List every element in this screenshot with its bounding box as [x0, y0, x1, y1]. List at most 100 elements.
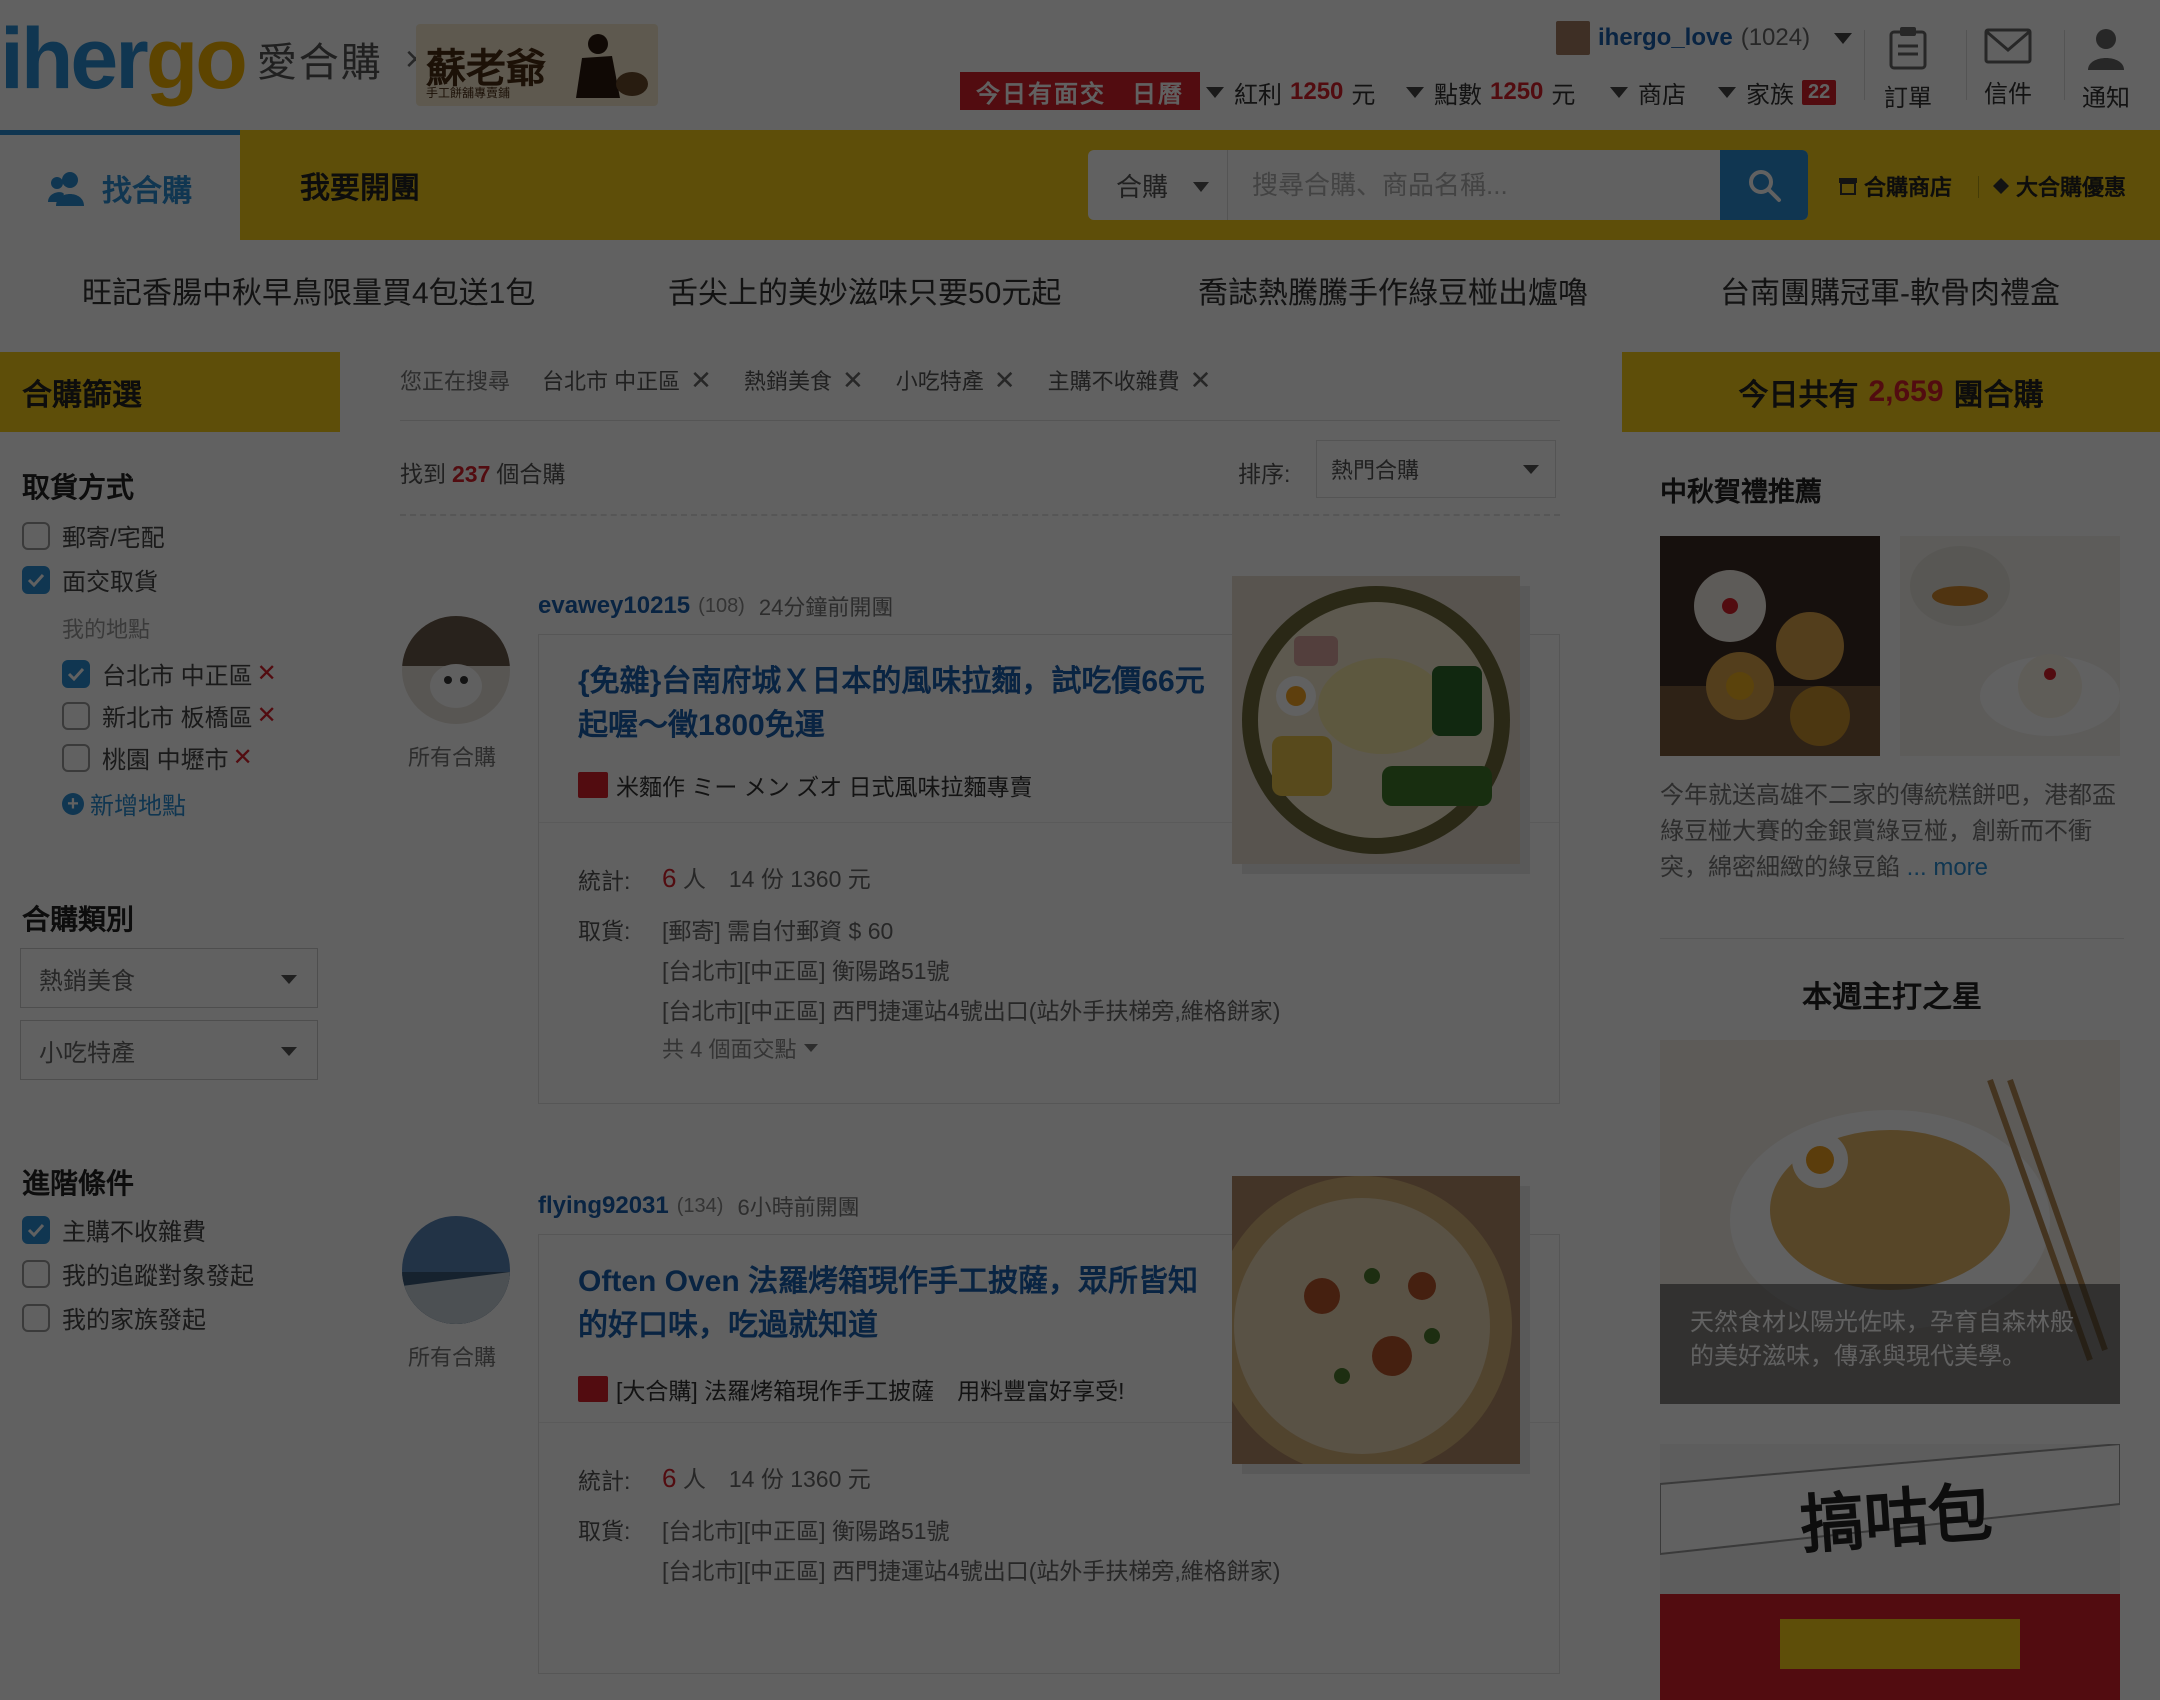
- card-shop[interactable]: 米麵作 ミー メン ズオ 日式風味拉麵專賣: [578, 768, 1033, 802]
- check-icon: [27, 1223, 45, 1237]
- shop-banner[interactable]: 搞咕包: [1660, 1444, 2120, 1700]
- checkbox-mail-delivery[interactable]: 郵寄/宅配: [22, 518, 165, 553]
- site-logo[interactable]: ihergo 愛合購 ×: [0, 11, 426, 107]
- bonus-stat[interactable]: 紅利 1250 元: [1206, 76, 1375, 109]
- gift-title: 中秋賀禮推薦: [1660, 477, 1822, 507]
- partner-logo[interactable]: 蘇老爺 手工餅舖專賣鋪: [416, 24, 658, 106]
- tab-open-group[interactable]: 我要開團: [240, 130, 480, 240]
- divider: [1864, 30, 1865, 100]
- today-meetups-button[interactable]: 今日有面交 日曆: [960, 72, 1200, 110]
- divider: [400, 420, 1560, 421]
- gift-thumb-2[interactable]: [1900, 536, 2120, 756]
- card-username[interactable]: evawey10215: [538, 592, 690, 620]
- more-pickups-toggle[interactable]: 共 4 個面交點: [662, 1032, 819, 1064]
- stats-label: 統計:: [578, 868, 631, 894]
- main-nav: 找合購 我要開團 合購 合購商店 大合購優惠: [0, 130, 2160, 240]
- promo-link[interactable]: 台南團購冠軍-軟骨肉禮盒: [1720, 268, 2060, 312]
- filter-chip[interactable]: 台北市 中正區 ✕: [542, 364, 712, 396]
- avatar[interactable]: [402, 1216, 510, 1324]
- ramen-bowl-image: [1232, 576, 1520, 864]
- remove-place-icon[interactable]: ✕: [257, 701, 277, 730]
- tab-find-groupbuy[interactable]: 找合購: [0, 130, 240, 240]
- filter-chip[interactable]: 小吃特產 ✕: [896, 364, 1016, 396]
- gift-thumb-1[interactable]: [1660, 536, 1880, 756]
- promo-link[interactable]: 旺記香腸中秋早鳥限量買4包送1包: [82, 268, 535, 312]
- checkbox-family[interactable]: 我的家族發起: [22, 1300, 206, 1335]
- card-image-pizza[interactable]: [1232, 1176, 1520, 1464]
- category-select-1[interactable]: 熱銷美食: [20, 948, 318, 1008]
- filter-chip[interactable]: 熱銷美食 ✕: [744, 364, 864, 396]
- pickup-label: 取貨:: [578, 918, 631, 944]
- filter-chip[interactable]: 主購不收雜費 ✕: [1048, 364, 1212, 396]
- search-input[interactable]: [1228, 150, 1720, 220]
- group-stores-link[interactable]: 合購商店: [1838, 170, 1952, 202]
- star-feature[interactable]: 天然食材以陽光佐味，孕育自森林般的美好滋味，傳承與現代美學。: [1660, 1040, 2120, 1404]
- card-username[interactable]: flying92031: [538, 1192, 669, 1220]
- checkbox-no-fee[interactable]: 主購不收雜費: [22, 1212, 206, 1247]
- avatar-photo: [402, 1216, 510, 1324]
- promo-strip: 旺記香腸中秋早鳥限量買4包送1包 舌尖上的美妙滋味只要50元起 喬誌熱騰騰手作綠…: [0, 240, 2160, 330]
- divider: [1966, 30, 1967, 100]
- all-groupbuys-link[interactable]: 所有合購: [408, 740, 496, 772]
- card-image-ramen[interactable]: [1232, 576, 1520, 864]
- logo-wordmark: ihergo: [0, 10, 248, 107]
- checkbox-checked: [62, 659, 90, 688]
- user-menu[interactable]: ihergo_love (1024): [1556, 20, 1853, 56]
- caret-down-icon: [1193, 182, 1209, 192]
- notify-button[interactable]: 通知: [2066, 26, 2146, 112]
- avatar[interactable]: [402, 616, 510, 724]
- card-title[interactable]: Often Oven 法羅烤箱現作手工披薩，眾所皆知的好口味，吃過就知道: [578, 1260, 1218, 1348]
- tea-pastry-image: [1900, 536, 2120, 756]
- card-shop[interactable]: [大合購] 法羅烤箱現作手工披薩 用料豐富好享受!: [578, 1372, 1125, 1406]
- card-title[interactable]: {免雜}台南府城Ｘ日本的風味拉麵，試吃價66元起喔～徵1800免運: [578, 660, 1218, 748]
- username: ihergo_love: [1598, 24, 1733, 51]
- family-menu[interactable]: 家族 22: [1718, 76, 1837, 109]
- category-select-2[interactable]: 小吃特產: [20, 1020, 318, 1080]
- add-place-link[interactable]: + 新增地點: [62, 786, 186, 821]
- sort-label: 排序:: [1238, 461, 1291, 487]
- promo-link[interactable]: 舌尖上的美妙滋味只要50元起: [668, 268, 1061, 312]
- orders-button[interactable]: 訂單: [1868, 26, 1948, 112]
- close-icon: ✕: [1189, 364, 1212, 395]
- divider: [1978, 176, 1979, 198]
- points-stat[interactable]: 點數 1250 元: [1406, 76, 1575, 109]
- more-link[interactable]: ... more: [1907, 854, 1988, 881]
- caret-down-icon: [1523, 465, 1539, 474]
- checkbox-place-zhongli[interactable]: 桃園 中壢市 ✕: [62, 740, 253, 775]
- checkbox-checked: [22, 1215, 50, 1244]
- shop-menu[interactable]: 商店: [1610, 76, 1686, 109]
- checkbox-place-taipei[interactable]: 台北市 中正區 ✕: [62, 656, 277, 691]
- family-count-badge: 22: [1802, 79, 1837, 105]
- gift-description: 今年就送高雄不二家的傳統糕餅吧，港都盃綠豆椪大賽的金銀賞綠豆椪，創新而不衝突，綿…: [1660, 782, 2116, 881]
- checkbox-following[interactable]: 我的追蹤對象發起: [22, 1256, 254, 1291]
- big-deals-link[interactable]: 大合購優惠: [1992, 170, 2126, 202]
- checkbox-face-pickup[interactable]: 面交取貨: [22, 562, 158, 597]
- results-count: 找到 237 個合購: [400, 461, 566, 487]
- search-button[interactable]: [1720, 150, 1808, 220]
- remove-place-icon[interactable]: ✕: [257, 659, 277, 688]
- pickup-point: [台北市][中正區] 西門捷運站4號出口(站外手扶梯旁,維格餅家): [662, 998, 1281, 1024]
- mail-button[interactable]: 信件: [1968, 26, 2048, 108]
- card-header: evawey10215 (108) 24分鐘前開團: [538, 590, 893, 622]
- all-groupbuys-link[interactable]: 所有合購: [408, 1340, 496, 1372]
- shop-icon: [578, 772, 608, 798]
- checkbox-place-banqiao[interactable]: 新北市 板橋區 ✕: [62, 698, 277, 733]
- check-icon: [67, 667, 85, 681]
- filter-title: 合購篩選: [0, 352, 340, 432]
- sort-select[interactable]: 熱門合購: [1316, 440, 1556, 498]
- card-user-count: (134): [676, 1194, 724, 1217]
- check-icon: [27, 573, 45, 587]
- remove-place-icon[interactable]: ✕: [233, 743, 253, 772]
- promo-link[interactable]: 喬誌熱騰騰手作綠豆椪出爐嚕: [1198, 268, 1588, 312]
- user-avatar: [1556, 21, 1590, 55]
- checkbox: [22, 1259, 50, 1288]
- pickup-point: [台北市][中正區] 衡陽路51號: [662, 958, 950, 984]
- clipboard-icon: [1889, 27, 1927, 70]
- card-header: flying92031 (134) 6小時前開團: [538, 1190, 860, 1222]
- caret-down-icon: [1406, 86, 1424, 98]
- pickup-point: [台北市][中正區] 西門捷運站4號出口(站外手扶梯旁,維格餅家): [662, 1558, 1281, 1584]
- stats-value: 6 人 14 份 1360 元: [662, 1463, 871, 1493]
- search-scope-select[interactable]: 合購: [1088, 150, 1228, 220]
- caret-down-icon: [281, 975, 297, 984]
- star-title: 本週主打之星: [1802, 981, 1982, 1014]
